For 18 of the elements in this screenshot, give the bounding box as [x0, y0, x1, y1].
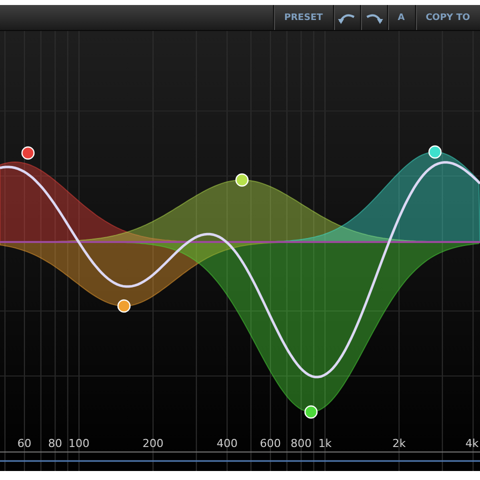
frequency-label: 400 [216, 437, 238, 450]
frequency-label: 600 [260, 437, 281, 450]
toolbar-button[interactable]: COPY TO [414, 5, 480, 30]
frequency-label: 200 [142, 437, 164, 450]
frequency-label: 100 [68, 437, 90, 450]
band-handle[interactable] [235, 173, 249, 187]
band-handle[interactable] [21, 146, 35, 160]
frequency-label: 60 [17, 437, 32, 450]
frequency-label: 2k [392, 437, 406, 450]
frequency-label: 800 [290, 437, 312, 450]
frequency-label: 1k [318, 437, 332, 450]
frequency-label: 4k [465, 437, 479, 450]
band-handle[interactable] [117, 299, 131, 313]
toolbar-button[interactable]: PRESET [273, 5, 333, 30]
frequency-label: 80 [48, 437, 62, 450]
toolbar-button[interactable]: A [386, 5, 415, 30]
band-handle[interactable] [304, 405, 318, 419]
band-handle[interactable] [428, 145, 442, 159]
